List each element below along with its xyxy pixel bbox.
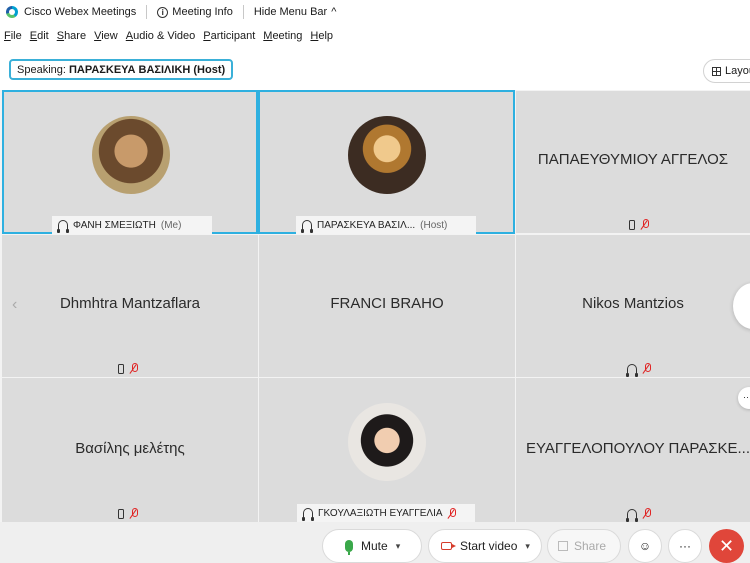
video-tile[interactable]: FRANCI BRAHO [259, 235, 515, 377]
video-tile[interactable]: ΠΑΡΑΣΚΕΥΑ ΒΑΣΙΛ... (Host) [258, 90, 515, 234]
participant-name: Βασίλης μελέτης [75, 440, 185, 457]
layout-button[interactable]: Layout [703, 59, 750, 83]
participant-role: (Host) [420, 219, 448, 231]
close-icon: ✕ [718, 535, 735, 556]
video-tile[interactable]: ΕΥΑΓΓΕΛΟΠΟΥΛΟΥ ΠΑΡΑΣΚΕ... [516, 378, 750, 522]
meeting-info-label: Meeting Info [172, 6, 233, 18]
phone-icon [629, 219, 635, 230]
start-video-button[interactable]: Start video ▾ [428, 529, 542, 563]
participant-label: ΓΚΟΥΛΑΞΙΩΤΗ ΕΥΑΓΓΕΛΙΑ [297, 504, 475, 522]
chevron-up-icon: ^ [331, 6, 337, 18]
participant-name: Dhmhtra Mantzaflara [59, 295, 201, 312]
more-button[interactable]: ··· [668, 529, 702, 563]
mic-muted-icon [643, 508, 651, 519]
menu-file[interactable]: File [4, 30, 22, 42]
more-icon: ··· [679, 539, 691, 553]
smiley-icon: ☺ [638, 539, 652, 553]
menu-help[interactable]: Help [310, 30, 333, 42]
headset-icon [301, 220, 313, 233]
webex-logo-icon [6, 6, 18, 18]
participant-name: ΓΚΟΥΛΑΞΙΩΤΗ ΕΥΑΓΓΕΛΙΑ [318, 507, 443, 519]
microphone-icon [345, 540, 353, 555]
start-video-label: Start video [460, 539, 518, 553]
reactions-button[interactable]: ☺ [628, 529, 662, 563]
mic-muted-icon [130, 363, 138, 374]
video-tile[interactable]: ΦΑΝΗ ΣΜΕΞΙΩΤΗ (Me) [2, 90, 258, 234]
menu-meeting[interactable]: Meeting [263, 30, 302, 42]
video-tile[interactable]: Nikos Mantzios [516, 235, 750, 377]
menu-view[interactable]: View [94, 30, 118, 42]
participant-avatar [348, 116, 426, 194]
video-tile[interactable]: ΓΚΟΥΛΑΞΙΩΤΗ ΕΥΑΓΓΕΛΙΑ [259, 378, 515, 522]
participant-name: ΦΑΝΗ ΣΜΕΞΙΩΤΗ [73, 219, 156, 231]
share-label: Share [574, 539, 607, 553]
participant-status [118, 508, 138, 519]
app-title: Cisco Webex Meetings [0, 6, 136, 18]
mute-button[interactable]: Mute ▾ [322, 529, 422, 563]
participant-status [626, 363, 651, 377]
mic-muted-icon [448, 507, 456, 519]
chevron-down-icon[interactable]: ▾ [396, 541, 401, 552]
participant-label: ΠΑΡΑΣΚΕΥΑ ΒΑΣΙΛ... (Host) [296, 216, 476, 234]
participant-name: ΠΑΠΑΕΥΘΥΜΙΟΥ ΑΓΓΕΛΟΣ [537, 151, 729, 168]
hide-menu-bar-button[interactable]: Hide Menu Bar ^ [254, 6, 337, 18]
meeting-info-button[interactable]: i Meeting Info [157, 6, 233, 18]
share-button[interactable]: Share [547, 529, 621, 563]
phone-icon [118, 363, 124, 374]
previous-page-chevron-icon[interactable]: ‹ [12, 296, 17, 314]
mic-muted-icon [643, 363, 651, 374]
menu-participant[interactable]: Participant [203, 30, 255, 42]
headset-icon [626, 363, 638, 377]
app-name: Cisco Webex Meetings [24, 6, 137, 18]
title-bar: Cisco Webex Meetings i Meeting Info Hide… [0, 0, 750, 24]
video-tile[interactable]: ΠΑΠΑΕΥΘΥΜΙΟΥ ΑΓΓΕΛΟΣ [516, 91, 750, 233]
share-icon [558, 541, 568, 551]
speaking-name: ΠΑΡΑΣΚΕΥΑ ΒΑΣΙΛΙΚΗ (Host) [68, 63, 226, 76]
hide-menu-label: Hide Menu Bar [253, 6, 328, 18]
headset-icon [302, 508, 314, 521]
menu-share[interactable]: Share [57, 30, 86, 42]
participant-name: ΕΥΑΓΓΕΛΟΠΟΥΛΟΥ ΠΑΡΑΣΚΕ... [526, 440, 750, 457]
participant-role: (Me) [160, 219, 182, 231]
speaking-prefix: Speaking: [17, 63, 66, 76]
divider [146, 5, 148, 19]
camera-off-icon [441, 542, 456, 550]
speaking-indicator: Speaking: ΠΑΡΑΣΚΕΥΑ ΒΑΣΙΛΙΚΗ (Host) [9, 59, 234, 80]
participant-name: ΠΑΡΑΣΚΕΥΑ ΒΑΣΙΛ... [317, 219, 416, 231]
participant-name: Nikos Mantzios [582, 295, 684, 312]
video-tile[interactable]: Dhmhtra Mantzaflara [2, 235, 258, 377]
participant-avatar [92, 116, 170, 194]
mic-muted-icon [641, 219, 649, 230]
end-meeting-button[interactable]: ✕ [709, 529, 744, 563]
menu-bar: File Edit Share View Audio & Video Parti… [0, 24, 750, 48]
grid-icon [712, 66, 721, 76]
divider [242, 5, 244, 19]
participant-status [626, 508, 651, 522]
menu-audio-video[interactable]: Audio & Video [126, 30, 196, 42]
participant-label: ΦΑΝΗ ΣΜΕΞΙΩΤΗ (Me) [52, 216, 212, 234]
chevron-down-icon[interactable]: ▾ [525, 541, 530, 552]
info-icon: i [157, 6, 169, 18]
layout-label: Layout [725, 65, 750, 77]
participant-avatar [348, 403, 426, 481]
headset-icon [626, 508, 638, 522]
participant-status [629, 219, 649, 230]
video-tile[interactable]: Βασίλης μελέτης [2, 378, 258, 522]
headset-icon [57, 220, 69, 233]
phone-icon [118, 508, 124, 519]
mute-label: Mute [361, 539, 388, 553]
menu-edit[interactable]: Edit [30, 30, 49, 42]
mic-muted-icon [130, 508, 138, 519]
participant-status [118, 363, 138, 374]
participant-name: FRANCI BRAHO [330, 295, 444, 312]
